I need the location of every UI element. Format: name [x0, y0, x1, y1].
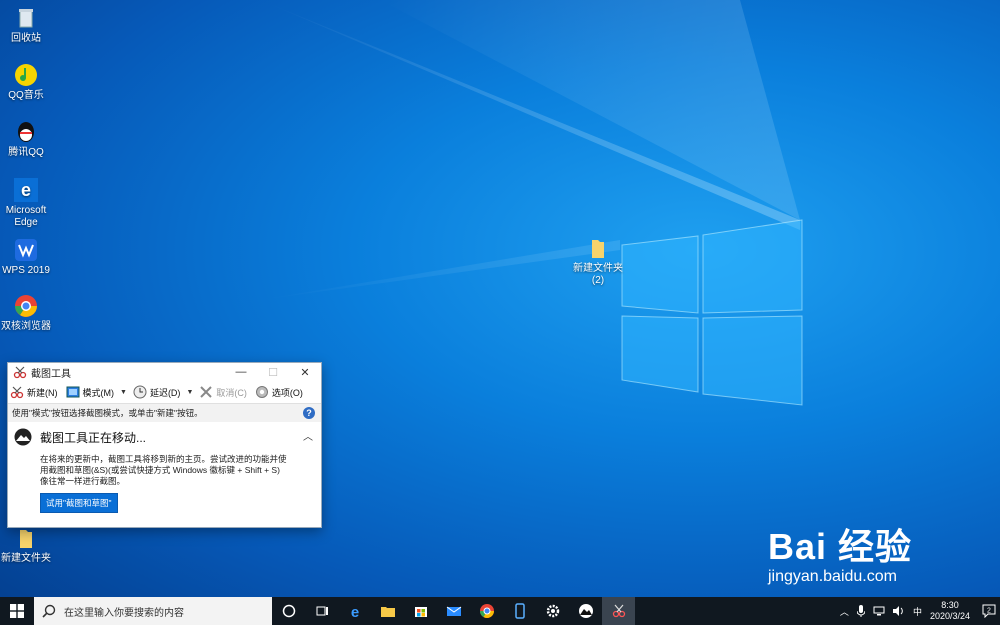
- volume-icon[interactable]: [892, 606, 905, 616]
- taskbar-file-explorer[interactable]: [371, 597, 404, 625]
- title-bar[interactable]: 截图工具 — ☐ ✕: [8, 363, 321, 381]
- mode-rectangle-icon: [66, 386, 79, 398]
- new-snip-button[interactable]: 新建(N): [10, 385, 58, 399]
- window-title: 截图工具: [31, 368, 71, 380]
- folder-icon: [592, 240, 604, 258]
- notification-icon: 2: [982, 604, 996, 618]
- chrome-icon: [479, 604, 494, 618]
- svg-text:e: e: [21, 180, 31, 200]
- store-icon: [414, 607, 427, 617]
- folder-icon: [380, 607, 395, 617]
- desktop-icon-new-folder[interactable]: 新建文件夹: [0, 526, 56, 565]
- search-placeholder: 在这里输入你要搜索的内容: [64, 607, 184, 619]
- chevron-up-icon[interactable]: ︿: [840, 605, 849, 618]
- edge-icon: e: [350, 604, 358, 619]
- svg-text:e: e: [350, 604, 358, 619]
- folder-icon: [20, 530, 32, 548]
- taskbar-store[interactable]: [404, 597, 437, 625]
- desktop-icon-qq[interactable]: 腾讯QQ: [0, 120, 56, 159]
- windows-logo-icon: [10, 604, 24, 618]
- cancel-button[interactable]: 取消(C): [199, 385, 247, 399]
- desktop-icon-recycle-bin[interactable]: 回收站: [0, 6, 56, 45]
- notice-body: 在将来的更新中，截图工具将移到新的主页。尝试改进的功能并使 用截图和草图(&S)…: [40, 454, 287, 486]
- options-button[interactable]: 选项(O): [255, 385, 303, 399]
- microphone-icon[interactable]: [856, 605, 865, 617]
- snip-sketch-icon: [578, 604, 593, 618]
- taskbar-edge[interactable]: e: [338, 597, 371, 625]
- taskbar-snip-sketch[interactable]: [569, 597, 602, 625]
- wallpaper-logo: [260, 0, 803, 406]
- gear-icon: [546, 604, 559, 618]
- taskbar-settings[interactable]: [536, 597, 569, 625]
- taskbar-chrome[interactable]: [470, 597, 503, 625]
- desktop-icon-edge[interactable]: e Microsoft Edge: [0, 178, 56, 229]
- recycle-bin-icon: [19, 9, 33, 28]
- desktop-icon-browser[interactable]: 双核浏览器: [0, 294, 56, 333]
- clock-icon: [133, 385, 147, 399]
- taskbar-clock[interactable]: 8:30 2020/3/24: [930, 600, 970, 622]
- scissors-icon: [612, 604, 625, 618]
- wps-icon: [15, 239, 37, 261]
- snipping-tool-window: 截图工具 — ☐ ✕ 新建(N) 模式(M) ▼ 延迟(D) ▼ 取消(C) 选…: [7, 362, 322, 528]
- baidu-watermark: Bai 经验 jingyan.baidu.com: [768, 518, 912, 586]
- task-view-icon: [316, 606, 328, 616]
- desktop-icon-qq-music[interactable]: QQ音乐: [0, 63, 56, 102]
- scissors-icon: [13, 366, 27, 379]
- watermark-brand: Bai 经验: [768, 526, 913, 567]
- taskbar-mail[interactable]: [437, 597, 470, 625]
- gear-icon: [255, 386, 268, 398]
- moving-notice: 截图工具正在移动... ︿ 在将来的更新中，截图工具将移到新的主页。尝试改进的功…: [8, 422, 321, 513]
- help-icon[interactable]: ?: [303, 407, 315, 419]
- maximize-button[interactable]: ☐: [257, 363, 289, 381]
- scissors-icon: [10, 386, 24, 399]
- mode-dropdown-icon[interactable]: ▼: [120, 389, 127, 396]
- network-icon[interactable]: [873, 606, 885, 616]
- collapse-chevron-icon[interactable]: ︿: [303, 428, 313, 443]
- ime-indicator[interactable]: 中: [913, 605, 922, 618]
- qq-music-icon: [15, 64, 37, 86]
- taskbar: 在这里输入你要搜索的内容 e ︿ 中 8:30 2020/3/24 2: [0, 597, 1000, 625]
- try-snip-sketch-button[interactable]: 试用"截图和草图": [40, 493, 118, 513]
- hint-bar: 使用"模式"按钮选择截图模式，或单击"新建"按钮。 ?: [8, 403, 321, 422]
- mode-button[interactable]: 模式(M): [66, 385, 114, 399]
- hint-text: 使用"模式"按钮选择截图模式，或单击"新建"按钮。: [12, 408, 203, 418]
- toolbar: 新建(N) 模式(M) ▼ 延迟(D) ▼ 取消(C) 选项(O): [8, 381, 321, 403]
- clock-time: 8:30: [941, 600, 959, 610]
- clock-date: 2020/3/24: [929, 611, 970, 621]
- cancel-x-icon: [200, 386, 213, 398]
- start-button[interactable]: [0, 597, 34, 625]
- taskbar-search-box[interactable]: 在这里输入你要搜索的内容: [34, 597, 272, 625]
- delay-button[interactable]: 延迟(D): [133, 385, 180, 399]
- cortana-button[interactable]: [272, 597, 305, 625]
- system-tray: ︿ 中 8:30 2020/3/24 2: [836, 597, 1000, 625]
- notice-title: 截图工具正在移动...: [40, 430, 147, 445]
- phone-icon: [514, 603, 525, 619]
- browser-icon: [15, 295, 37, 317]
- taskbar-phone[interactable]: [503, 597, 536, 625]
- minimize-button[interactable]: —: [225, 363, 257, 381]
- close-button[interactable]: ✕: [289, 363, 321, 381]
- svg-text:2: 2: [987, 608, 991, 615]
- delay-dropdown-icon[interactable]: ▼: [186, 389, 193, 396]
- qq-icon: [18, 122, 34, 142]
- mail-icon: [446, 606, 461, 616]
- taskbar-snipping-tool[interactable]: [602, 597, 635, 625]
- task-view-button[interactable]: [305, 597, 338, 625]
- desktop-icon-wps[interactable]: WPS 2019: [0, 238, 56, 277]
- cortana-circle-icon: [282, 604, 295, 618]
- watermark-url: jingyan.baidu.com: [768, 568, 897, 585]
- desktop-icon-new-folder-2[interactable]: 新建文件夹 (2): [568, 236, 628, 287]
- snip-sketch-icon: [14, 428, 32, 446]
- action-center-button[interactable]: 2: [978, 597, 1000, 625]
- search-icon: [42, 604, 56, 618]
- edge-icon: e: [14, 178, 38, 202]
